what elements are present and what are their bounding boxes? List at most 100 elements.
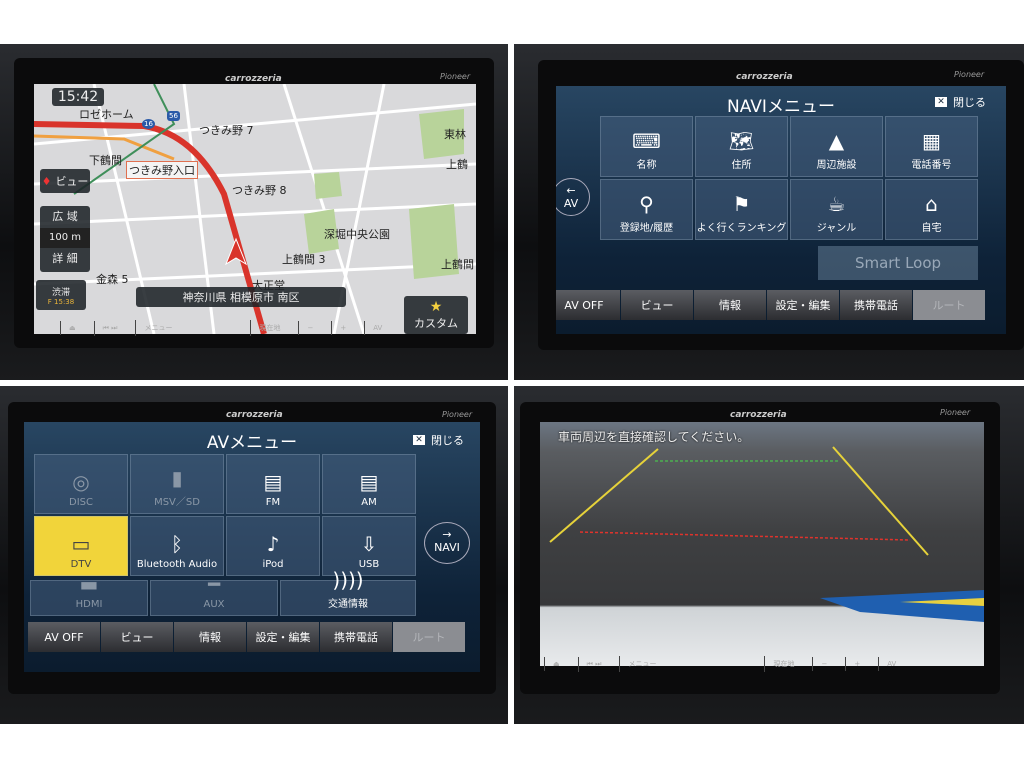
park-area xyxy=(314,172,342,199)
maker-logo: Pioneer xyxy=(940,408,971,417)
tab-3[interactable]: 設定・編集 xyxy=(767,290,839,320)
menu-tile[interactable]: ▮ MSV／SD xyxy=(130,454,224,514)
tab-3[interactable]: 設定・編集 xyxy=(247,622,319,652)
tile-label: 登録地/履歴 xyxy=(619,223,674,234)
radio-icon: ▤ xyxy=(359,470,379,494)
menu-tile[interactable]: ▤ FM xyxy=(226,454,320,514)
volume-up-button[interactable]: + xyxy=(331,321,354,335)
map-label: 下鶴間 xyxy=(89,154,122,167)
maker-logo: Pioneer xyxy=(954,70,985,79)
tab-0[interactable]: AV OFF xyxy=(28,622,100,652)
tab-4[interactable]: 携帯電話 xyxy=(840,290,912,320)
tile-label: 電話番号 xyxy=(911,160,952,171)
close-button[interactable]: ✕ 閉じる xyxy=(935,94,986,110)
aux-icon: ━ xyxy=(207,572,221,596)
menu-tile[interactable]: ▦ 電話番号 xyxy=(885,116,978,177)
map-label: 金森 5 xyxy=(96,273,129,286)
map-label: つきみ野 7 xyxy=(199,124,254,137)
route-shield: 56 xyxy=(167,111,180,121)
volume-down-button[interactable]: − xyxy=(812,657,835,671)
navi-menu-screen: NAVIメニュー ✕ 閉じる ← AV ⌨ 名称 🗺 住所 ▲ 周辺施設 ▦ 電話番号 ⚲ 登録地/履… xyxy=(556,86,1006,334)
menu-hw-button[interactable]: メニュー xyxy=(619,656,664,672)
pins-icon: ⚲ xyxy=(639,192,654,216)
menu-tile[interactable]: ▭ DTV xyxy=(34,516,128,576)
menu-tile[interactable]: ⇩ USB xyxy=(322,516,416,576)
map-view[interactable]: 15:42 ロゼホーム 下鶴間 つきみ野入口 つきみ野 7 つきみ野 8 深堀中… xyxy=(34,84,476,334)
tile-label: DISC xyxy=(69,497,93,508)
current-location-button[interactable]: 現在地 xyxy=(764,656,802,672)
map-label: 東林 xyxy=(444,128,466,141)
map-label: つきみ野 8 xyxy=(232,184,287,197)
map-label: 上鶴間 3 xyxy=(282,253,326,266)
menu-tile[interactable]: ⌨ 名称 xyxy=(600,116,693,177)
guide-line-near xyxy=(579,531,911,541)
brand-logo: carrozzeria xyxy=(225,74,282,84)
address-bar: 神奈川県 相模原市 南区 xyxy=(136,287,346,307)
menu-hw-button[interactable]: メニュー xyxy=(135,320,180,336)
to-navi-button[interactable]: → NAVI xyxy=(424,522,470,564)
menu-tile[interactable]: ▬ HDMI xyxy=(30,573,148,616)
hardware-buttons: ⏏ ⏮ ⏭ メニュー 現在地 − + AV xyxy=(60,316,420,340)
tile-label: よく行くランキング xyxy=(696,223,787,234)
menu-tile[interactable]: ◎ DISC xyxy=(34,454,128,514)
maker-logo: Pioneer xyxy=(440,72,471,81)
menu-tile[interactable]: ☕ ジャンル xyxy=(790,179,883,240)
back-av-button[interactable]: ← AV xyxy=(556,178,590,216)
menu-tile[interactable]: ᛒ Bluetooth Audio xyxy=(130,516,224,576)
tile-label: 住所 xyxy=(731,160,752,171)
volume-up-button[interactable]: + xyxy=(845,657,868,671)
eject-button[interactable]: ⏏ xyxy=(544,657,568,671)
eject-button[interactable]: ⏏ xyxy=(60,321,84,335)
brand-logo: carrozzeria xyxy=(730,410,787,420)
map-scale: 100 m xyxy=(40,228,90,248)
zoom-wide-button[interactable]: 広 域 xyxy=(40,206,90,228)
tab-4[interactable]: 携帯電話 xyxy=(320,622,392,652)
bluetooth-icon: ᛒ xyxy=(171,532,183,556)
photo-rear-camera: carrozzeria Pioneer 車両周辺を直接確認してください。 ⏏ ⏮ … xyxy=(514,386,1024,724)
map-label: 上鶴 xyxy=(446,158,468,171)
menu-tile[interactable]: ▲ 周辺施設 xyxy=(790,116,883,177)
track-buttons[interactable]: ⏮ ⏭ xyxy=(93,320,126,336)
view-label: ビュー xyxy=(55,175,89,188)
tab-1[interactable]: ビュー xyxy=(621,290,693,320)
close-label: 閉じる xyxy=(431,434,464,447)
tile-label: 交通情報 xyxy=(328,599,368,610)
view-button[interactable]: ♦ ビュー xyxy=(40,169,90,193)
current-location-button[interactable]: 現在地 xyxy=(250,320,288,336)
av-menu-screen: AVメニュー ✕ 閉じる → NAVI ◎ DISC ▮ MSV／SD ▤ FM ▤ AM ▭ DTV… xyxy=(24,422,480,672)
arrow-left-icon: ← xyxy=(566,184,576,197)
menu-tile[interactable]: ━ AUX xyxy=(150,573,278,616)
traffic-button[interactable]: 渋滞 F 15:38 xyxy=(36,280,86,310)
menu-tile[interactable]: ⚑ よく行くランキング xyxy=(695,179,788,240)
tab-2[interactable]: 情報 xyxy=(174,622,246,652)
tile-label: MSV／SD xyxy=(154,497,200,508)
menu-tile[interactable]: )))) 交通情報 xyxy=(280,569,416,616)
tile-label: 周辺施設 xyxy=(816,160,857,171)
back-av-label: AV xyxy=(563,197,579,210)
menu-tile[interactable]: ⚲ 登録地/履歴 xyxy=(600,179,693,240)
tab-1[interactable]: ビュー xyxy=(101,622,173,652)
av-hw-button[interactable]: AV xyxy=(878,657,904,671)
map-label: ロゼホーム xyxy=(79,108,134,121)
menu-tile[interactable]: 🗺 住所 xyxy=(695,116,788,177)
tile-label: HDMI xyxy=(75,599,103,610)
menu-title: AVメニュー xyxy=(206,433,298,453)
tile-label: AUX xyxy=(203,599,225,610)
menu-tile[interactable]: ♪ iPod xyxy=(226,516,320,576)
smart-loop-button[interactable]: Smart Loop xyxy=(818,246,978,280)
tab-5: ルート xyxy=(913,290,985,320)
tab-0[interactable]: AV OFF xyxy=(556,290,620,320)
zoom-detail-button[interactable]: 詳 細 xyxy=(40,248,90,270)
menu-tile[interactable]: ▤ AM xyxy=(322,454,416,514)
custom-label: カスタム xyxy=(414,317,458,330)
volume-down-button[interactable]: − xyxy=(298,321,321,335)
food-icon: ☕ xyxy=(827,192,846,216)
av-hw-button[interactable]: AV xyxy=(364,321,390,335)
tile-label: AM xyxy=(361,497,377,508)
tab-2[interactable]: 情報 xyxy=(694,290,766,320)
track-buttons[interactable]: ⏮ ⏭ xyxy=(577,656,610,672)
menu-tile[interactable]: ⌂ 自宅 xyxy=(885,179,978,240)
phone-keypad-icon: ▦ xyxy=(922,129,941,153)
arrow-right-icon: → xyxy=(442,528,452,541)
close-button[interactable]: ✕ 閉じる xyxy=(413,432,464,448)
